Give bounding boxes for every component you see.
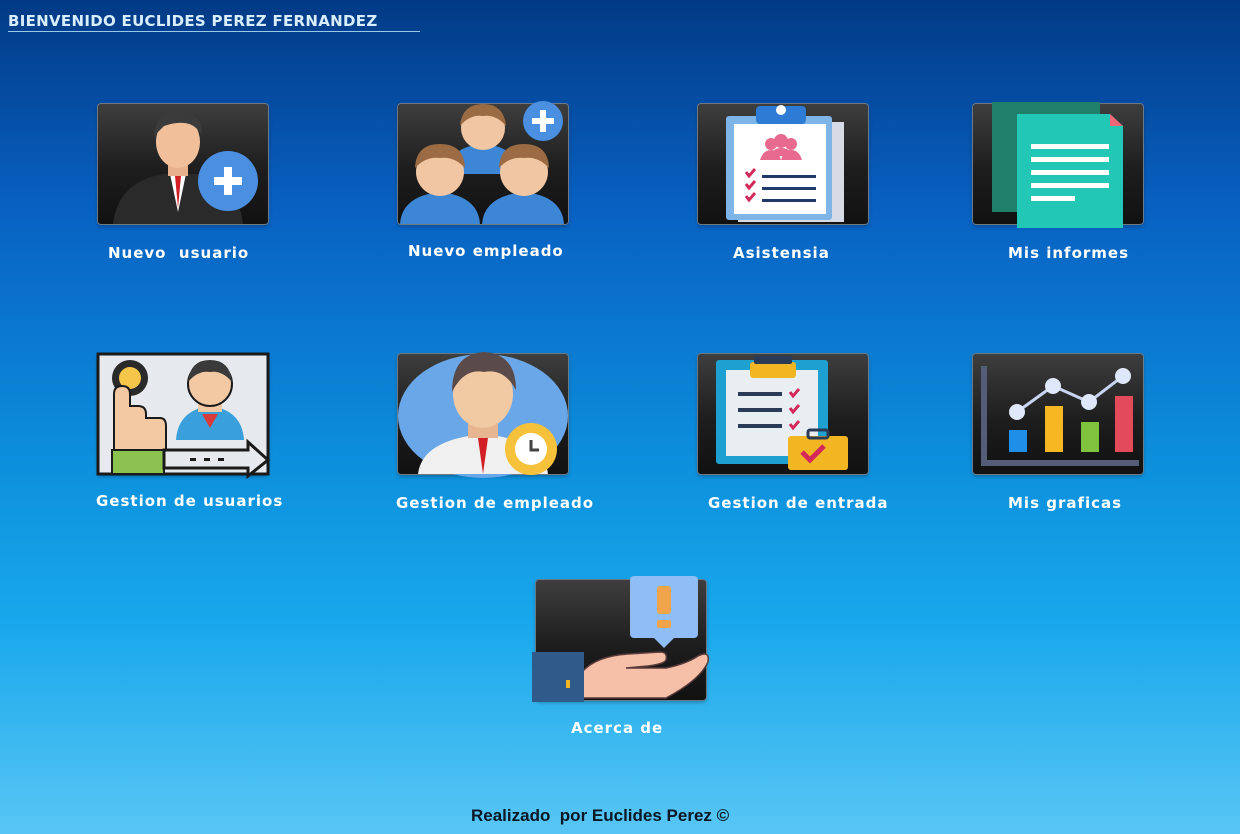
- mis-graficas-label[interactable]: Mis graficas: [1008, 494, 1122, 512]
- asistensia-button[interactable]: [698, 104, 868, 224]
- acerca-de-button[interactable]: [532, 576, 710, 702]
- user-management-icon: [96, 352, 271, 480]
- mis-informes-button[interactable]: [973, 102, 1143, 228]
- nuevo-usuario-button[interactable]: [98, 104, 268, 224]
- footer-credit: Realizado por Euclides Perez ©: [471, 806, 730, 825]
- user-add-icon: [113, 111, 258, 224]
- nuevo-usuario-label[interactable]: Nuevo usuario: [108, 244, 249, 262]
- bar-line-chart-icon: [981, 366, 1139, 466]
- nuevo-empleado-label[interactable]: Nuevo empleado: [408, 242, 564, 260]
- mis-informes-label[interactable]: Mis informes: [1008, 244, 1129, 262]
- gestion-usuarios-button[interactable]: [96, 352, 271, 480]
- gestion-empleado-label[interactable]: Gestion de empleado: [396, 494, 594, 512]
- gestion-entrada-button[interactable]: [698, 354, 868, 474]
- entry-checklist-icon: [716, 356, 848, 470]
- employees-add-icon: [400, 101, 564, 224]
- nuevo-empleado-button[interactable]: [398, 101, 568, 224]
- employee-settings-icon: [398, 352, 568, 478]
- welcome-title: BIENVENIDO EUCLIDES PEREZ FERNANDEZ: [8, 12, 420, 32]
- gestion-entrada-label[interactable]: Gestion de entrada: [708, 494, 888, 512]
- about-info-icon: [532, 576, 710, 702]
- documents-icon: [992, 102, 1123, 228]
- asistensia-label[interactable]: Asistensia: [733, 244, 830, 262]
- gestion-empleado-button[interactable]: [398, 352, 568, 478]
- gestion-usuarios-label[interactable]: Gestion de usuarios: [96, 492, 283, 510]
- attendance-clipboard-icon: [726, 105, 844, 222]
- acerca-de-label[interactable]: Acerca de: [571, 719, 663, 737]
- mis-graficas-button[interactable]: [973, 354, 1143, 474]
